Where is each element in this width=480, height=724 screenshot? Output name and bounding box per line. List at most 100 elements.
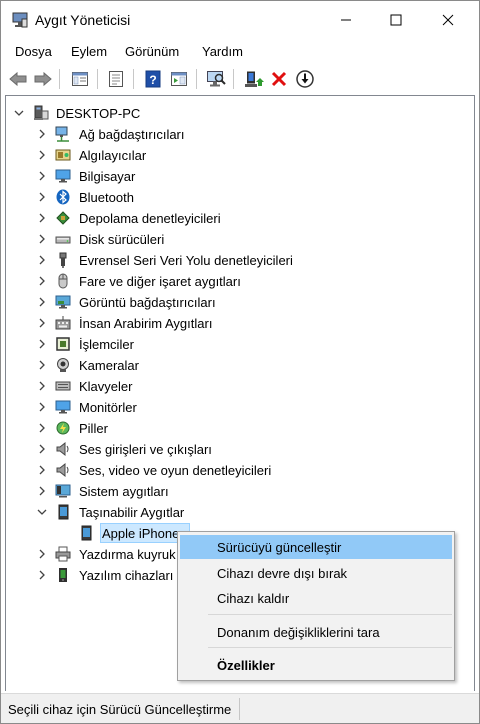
tree-item-label: Evrensel Seri Veri Yolu denetleyicileri [79, 253, 293, 268]
tree-item-apple-iphone[interactable]: Apple iPhone [6, 523, 206, 543]
properties-list-icon[interactable] [69, 68, 91, 90]
chevron-right-icon[interactable] [36, 485, 48, 497]
chevron-right-icon[interactable] [36, 401, 48, 413]
ctx-disable-device[interactable]: Cihazı devre dışı bırak [180, 561, 452, 585]
menu-yardim[interactable]: Yardım [202, 44, 243, 59]
tree-item-label: İnsan Arabirim Aygıtları [79, 316, 213, 331]
battery-icon [56, 421, 70, 435]
chevron-right-icon[interactable] [36, 128, 48, 140]
tree-item-label: Bluetooth [79, 190, 134, 205]
menu-gorunum[interactable]: Görünüm [125, 44, 179, 59]
close-button[interactable] [425, 1, 471, 39]
ctx-scan-hardware[interactable]: Donanım değişikliklerini tara [180, 620, 452, 644]
show-hide-console-tree-icon[interactable] [105, 68, 127, 90]
tree-item-computer[interactable]: Bilgisayar [6, 166, 466, 186]
ctx-uninstall-device[interactable]: Cihazı kaldır [180, 586, 452, 610]
chevron-right-icon[interactable] [36, 359, 48, 371]
tree-item-label: Algılayıcılar [79, 148, 147, 163]
chevron-right-icon[interactable] [36, 296, 48, 308]
ctx-item-label: Sürücüyü güncelleştir [217, 540, 342, 555]
software-device-icon [59, 568, 67, 582]
disable-device-icon[interactable] [294, 68, 316, 90]
tree-item-usb-controllers[interactable]: Evrensel Seri Veri Yolu denetleyicileri [6, 250, 466, 270]
tree-item-label: Sistem aygıtları [79, 484, 169, 499]
scan-hardware-icon[interactable] [205, 68, 227, 90]
speaker-icon [56, 441, 69, 457]
tree-item-label: Apple iPhone [102, 526, 180, 541]
tree-item-label: Piller [79, 421, 108, 436]
chevron-down-icon[interactable] [36, 506, 48, 518]
tree-item-portable-devices[interactable]: Taşınabilir Aygıtlar [6, 502, 466, 522]
ctx-properties[interactable]: Özellikler [180, 653, 452, 677]
camera-icon [57, 358, 69, 372]
network-adapter-icon [55, 126, 69, 142]
tree-item-display-adapters[interactable]: Görüntü bağdaştırıcıları [6, 292, 466, 312]
tree-item-sensors[interactable]: Algılayıcılar [6, 145, 466, 165]
chevron-right-icon[interactable] [36, 548, 48, 560]
help-icon[interactable]: ? [142, 68, 164, 90]
toolbar-separator [97, 69, 98, 89]
chevron-right-icon[interactable] [36, 212, 48, 224]
chevron-right-icon[interactable] [36, 338, 48, 350]
tree-item-system-devices[interactable]: Sistem aygıtları [6, 481, 466, 501]
chevron-right-icon[interactable] [36, 191, 48, 203]
tree-item-keyboards[interactable]: Klavyeler [6, 376, 466, 396]
sensor-icon [55, 149, 71, 161]
tree-root-node[interactable]: DESKTOP-PC [6, 103, 466, 123]
bluetooth-icon [56, 189, 70, 205]
minimize-button[interactable] [323, 1, 369, 39]
ctx-item-label: Özellikler [217, 658, 275, 673]
chevron-right-icon[interactable] [36, 317, 48, 329]
tree-item-label: Ses, video ve oyun denetleyicileri [79, 463, 272, 478]
chevron-right-icon[interactable] [36, 380, 48, 392]
tree-item-storage-controllers[interactable]: Depolama denetleyicileri [6, 208, 466, 228]
menu-dosya[interactable]: Dosya [15, 44, 52, 59]
uninstall-device-icon[interactable] [268, 68, 290, 90]
chevron-right-icon[interactable] [36, 233, 48, 245]
chevron-right-icon[interactable] [36, 443, 48, 455]
back-arrow-icon[interactable] [7, 68, 29, 90]
tree-item-monitors[interactable]: Monitörler [6, 397, 466, 417]
tree-item-label: Görüntü bağdaştırıcıları [79, 295, 216, 310]
maximize-button[interactable] [373, 1, 419, 39]
toolbar-separator [59, 69, 60, 89]
status-text: Seçili cihaz için Sürücü Güncelleştirme [8, 702, 232, 717]
tree-item-mice[interactable]: Fare ve diğer işaret aygıtları [6, 271, 466, 291]
ctx-item-label: Donanım değişikliklerini tara [217, 625, 380, 640]
tree-item-hid[interactable]: İnsan Arabirim Aygıtları [6, 313, 466, 333]
portable-device-icon [58, 504, 69, 520]
title-bar[interactable]: Aygıt Yöneticisi [1, 1, 479, 39]
system-device-icon [55, 484, 71, 498]
chevron-right-icon[interactable] [36, 569, 48, 581]
toolbar-separator [233, 69, 234, 89]
tree-item-bluetooth[interactable]: Bluetooth [6, 187, 466, 207]
tree-item-disk-drives[interactable]: Disk sürücüleri [6, 229, 466, 249]
forward-arrow-icon[interactable] [32, 68, 54, 90]
tree-item-label: Taşınabilir Aygıtlar [79, 505, 185, 520]
monitor-icon [55, 169, 71, 183]
chevron-right-icon[interactable] [36, 275, 48, 287]
ctx-update-driver[interactable]: Sürücüyü güncelleştir [180, 535, 452, 559]
chevron-right-icon[interactable] [36, 254, 48, 266]
ctx-item-label: Cihazı kaldır [217, 591, 290, 606]
tree-item-label: Kameralar [79, 358, 139, 373]
printer-icon [55, 546, 71, 562]
tree-item-network-adapters[interactable]: Ağ bağdaştırıcıları [6, 124, 466, 144]
menu-eylem[interactable]: Eylem [71, 44, 107, 59]
tree-item-processors[interactable]: İşlemciler [6, 334, 466, 354]
tree-item-batteries[interactable]: Piller [6, 418, 466, 438]
toolbar-separator [133, 69, 134, 89]
update-driver-icon[interactable] [243, 68, 265, 90]
tree-item-cameras[interactable]: Kameralar [6, 355, 466, 375]
tree-item-sound-video-game[interactable]: Ses, video ve oyun denetleyicileri [6, 460, 466, 480]
action-pane-icon[interactable] [168, 68, 190, 90]
chevron-right-icon[interactable] [36, 149, 48, 161]
chevron-right-icon[interactable] [36, 170, 48, 182]
chevron-right-icon[interactable] [36, 422, 48, 434]
tree-item-label: Bilgisayar [79, 169, 136, 184]
chevron-down-icon[interactable] [13, 107, 25, 119]
device-manager-window: Aygıt Yöneticisi Dosya Eylem Görünüm Yar… [0, 0, 480, 724]
mouse-icon [58, 273, 68, 289]
chevron-right-icon[interactable] [36, 464, 48, 476]
tree-item-audio-io[interactable]: Ses girişleri ve çıkışları [6, 439, 466, 459]
